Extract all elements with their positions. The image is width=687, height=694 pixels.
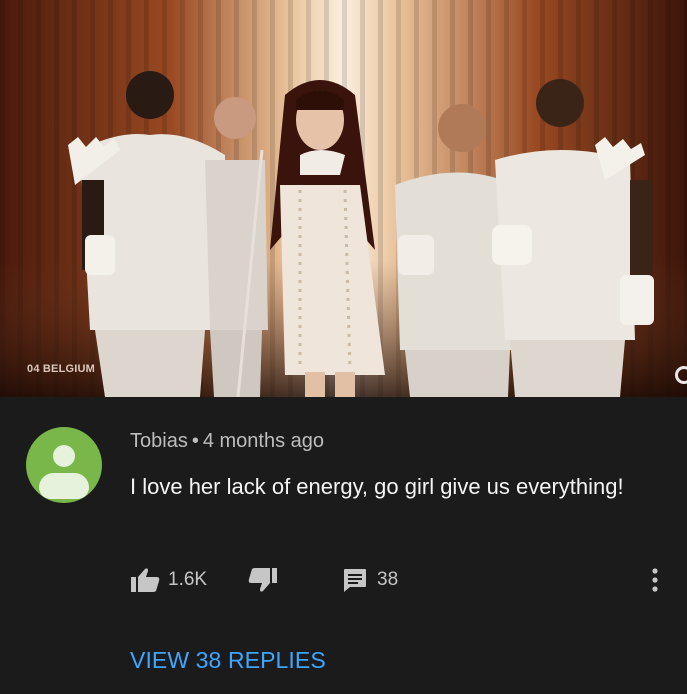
thumbs-down-icon [248,568,277,592]
video-frame[interactable]: 04 BELGIUM [0,0,687,397]
like-button[interactable]: 1.6K [130,565,207,595]
more-options-button[interactable] [652,567,658,599]
meta-separator: • [191,430,199,452]
author-name[interactable]: Tobias [130,430,188,452]
comment-text: I love her lack of energy, go girl give … [130,474,624,499]
avatar[interactable] [26,427,102,503]
more-vertical-icon [652,568,658,592]
comment-meta: Tobias • 4 months ago [130,430,324,453]
like-count: 1.6K [168,569,208,590]
comment-card: Tobias • 4 months ago I love her lack of e… [0,397,687,694]
view-replies-button[interactable]: VIEW 38 REPLIES [130,647,326,674]
comment-timestamp[interactable]: 4 months ago [203,430,324,452]
thumbs-up-icon [131,568,160,592]
reply-button[interactable]: 38 [342,565,398,595]
dislike-button[interactable] [248,565,278,595]
country-label: 04 BELGIUM [27,363,96,375]
reply-count: 38 [377,569,399,590]
avatar-head [53,445,75,467]
reply-icon [344,569,366,592]
channel-watermark-icon [675,366,687,384]
comment-actions: 1.6K 38 [130,565,670,595]
stage-scene [0,0,687,397]
avatar-body [39,473,89,499]
